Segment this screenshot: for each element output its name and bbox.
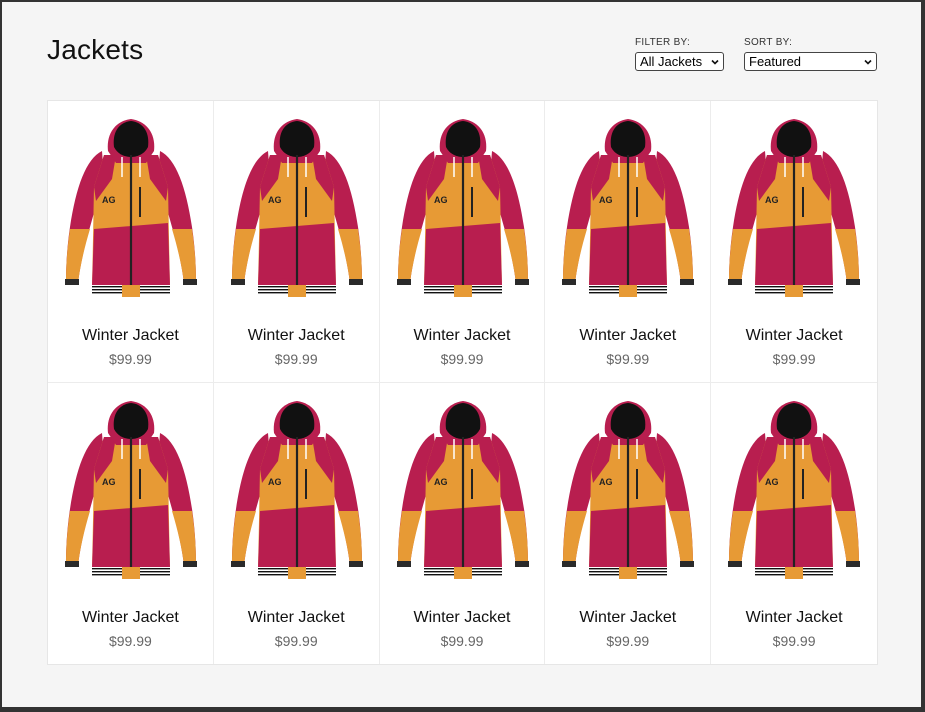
- svg-text:AG: AG: [268, 195, 282, 205]
- product-image[interactable]: AG: [396, 117, 530, 301]
- sort-select[interactable]: Featured: [744, 52, 877, 71]
- jacket-icon: AG: [562, 400, 695, 579]
- svg-text:AG: AG: [765, 477, 779, 487]
- filter-control: FILTER BY: All Jackets: [635, 37, 724, 71]
- jacket-icon: AG: [728, 119, 861, 297]
- sort-label: SORT BY:: [744, 37, 793, 48]
- product-name[interactable]: Winter Jacket: [380, 609, 545, 627]
- product-image[interactable]: AG: [230, 117, 364, 301]
- jacket-icon: AG: [396, 400, 529, 579]
- svg-text:AG: AG: [102, 195, 116, 205]
- jacket-icon: AG: [396, 119, 529, 297]
- product-image[interactable]: AG: [561, 117, 695, 301]
- filter-select[interactable]: All Jackets: [635, 52, 724, 71]
- product-price: $99.99: [108, 632, 152, 649]
- product-price: $99.99: [606, 632, 650, 649]
- filter-select-value: All Jackets: [640, 54, 703, 69]
- product-card[interactable]: AG Winter Jacket $99.99: [380, 382, 546, 664]
- product-card[interactable]: AG Winter Jacket $99.99: [545, 382, 712, 664]
- product-image[interactable]: AG: [64, 399, 198, 583]
- product-name[interactable]: Winter Jacket: [380, 327, 545, 345]
- chevron-down-icon: [711, 59, 719, 65]
- product-name[interactable]: Winter Jacket: [48, 609, 213, 627]
- product-card[interactable]: AG Winter Jacket $99.99: [711, 383, 877, 665]
- product-image[interactable]: AG: [727, 399, 861, 583]
- jacket-icon: AG: [230, 119, 363, 297]
- product-price: $99.99: [772, 351, 816, 367]
- svg-text:AG: AG: [102, 477, 116, 487]
- product-name[interactable]: Winter Jacket: [214, 609, 379, 627]
- product-card[interactable]: AG Winter Jacket $99.99: [214, 382, 380, 664]
- svg-text:AG: AG: [268, 477, 282, 487]
- jacket-icon: AG: [65, 400, 197, 579]
- svg-text:AG: AG: [599, 195, 613, 205]
- product-card[interactable]: AG Winter Jacket $99.99: [711, 101, 877, 383]
- product-price: $99.99: [772, 632, 816, 649]
- product-price: $99.99: [274, 632, 318, 649]
- product-name[interactable]: Winter Jacket: [214, 327, 379, 345]
- product-price: $99.99: [108, 351, 152, 367]
- jacket-icon: AG: [65, 119, 197, 297]
- product-name[interactable]: Winter Jacket: [711, 327, 877, 345]
- svg-text:AG: AG: [434, 477, 448, 487]
- product-name[interactable]: Winter Jacket: [545, 327, 710, 345]
- product-image[interactable]: AG: [230, 399, 364, 583]
- product-price: $99.99: [440, 351, 484, 367]
- product-image[interactable]: AG: [561, 399, 695, 583]
- page-title: Jackets: [47, 34, 144, 65]
- jacket-icon: AG: [728, 400, 861, 579]
- jacket-icon: AG: [230, 400, 363, 579]
- product-name[interactable]: Winter Jacket: [711, 609, 877, 627]
- product-name[interactable]: Winter Jacket: [48, 327, 213, 345]
- app-window: Jackets FILTER BY: All Jackets SORT BY: …: [2, 2, 921, 707]
- product-card[interactable]: AG Winter Jacket $99.99: [379, 101, 546, 383]
- product-price: $99.99: [606, 351, 650, 367]
- product-card[interactable]: AG Winter Jacket $99.99: [48, 101, 214, 383]
- product-image[interactable]: AG: [64, 117, 198, 301]
- sort-control: SORT BY: Featured: [744, 37, 877, 71]
- product-name[interactable]: Winter Jacket: [545, 609, 710, 627]
- chevron-down-icon: [864, 59, 872, 65]
- svg-text:AG: AG: [599, 477, 613, 487]
- product-grid: AG Winter Jacket $99.99 AG Winter Jacket…: [47, 100, 878, 665]
- product-image[interactable]: AG: [396, 399, 530, 583]
- filter-label: FILTER BY:: [635, 37, 691, 48]
- product-card[interactable]: AG Winter Jacket $99.99: [545, 101, 712, 383]
- product-price: $99.99: [274, 351, 318, 367]
- sort-select-value: Featured: [749, 54, 802, 69]
- product-card[interactable]: AG Winter Jacket $99.99: [48, 382, 214, 664]
- svg-text:AG: AG: [434, 195, 448, 205]
- product-card[interactable]: AG Winter Jacket $99.99: [213, 101, 380, 383]
- svg-text:AG: AG: [765, 195, 779, 205]
- jacket-icon: AG: [562, 119, 695, 297]
- product-price: $99.99: [440, 632, 484, 649]
- product-image[interactable]: AG: [727, 117, 861, 301]
